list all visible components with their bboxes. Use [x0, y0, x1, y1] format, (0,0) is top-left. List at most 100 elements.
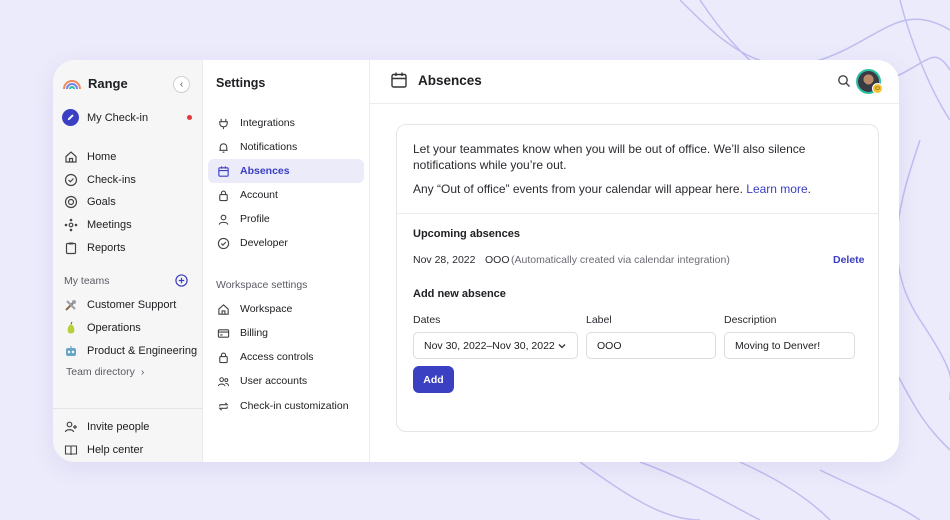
settings-item-label: User accounts — [240, 375, 308, 387]
team-product-engineering[interactable]: Product & Engineering — [64, 342, 197, 360]
description-label: Description — [724, 314, 777, 326]
delete-absence-button[interactable]: Delete — [833, 254, 865, 266]
description-input[interactable]: Moving to Denver! — [724, 332, 855, 359]
settings-title: Settings — [216, 76, 266, 90]
sidebar-item-goals[interactable]: Goals — [64, 193, 116, 211]
settings-item-label: Profile — [240, 213, 270, 225]
absences-card: Let your teammates know when you will be… — [396, 124, 879, 432]
settings-item-access-controls[interactable]: Access controls — [208, 345, 364, 369]
add-absence-button[interactable]: Add — [413, 366, 454, 393]
meetings-icon — [64, 218, 78, 232]
notification-dot — [187, 115, 192, 120]
book-icon — [64, 445, 78, 456]
add-team-icon[interactable] — [175, 274, 188, 287]
calendar-note: Any “Out of office” events from your cal… — [413, 182, 811, 196]
help-center-item[interactable]: Help center — [64, 441, 143, 459]
sidebar-item-label: Goals — [87, 196, 116, 208]
chevron-left-icon: ‹ — [179, 79, 184, 90]
settings-panel: Settings Integrations Notifications Abse… — [203, 60, 370, 462]
search-icon[interactable] — [837, 74, 851, 88]
settings-item-label: Workspace — [240, 303, 293, 315]
users-icon — [217, 376, 230, 386]
sidebar-item-checkins[interactable]: Check-ins — [64, 171, 136, 189]
help-center-label: Help center — [87, 444, 144, 456]
check-circle-icon — [217, 237, 230, 249]
main-content: Absences ☺ Let your teammates know when … — [370, 60, 899, 462]
invite-people-item[interactable]: Invite people — [64, 418, 149, 436]
brand-name: Range — [88, 76, 128, 91]
sidebar-item-home[interactable]: Home — [64, 148, 116, 166]
sidebar-item-meetings[interactable]: Meetings — [64, 216, 132, 234]
calendar-icon — [218, 165, 229, 177]
absence-note: (Automatically created via calendar inte… — [511, 254, 730, 266]
settings-item-integrations[interactable]: Integrations — [208, 111, 364, 135]
dates-value: Nov 30, 2022–Nov 30, 2022 — [424, 339, 555, 352]
lock-icon — [219, 189, 228, 201]
team-label: Operations — [87, 322, 141, 334]
settings-item-label: Integrations — [240, 117, 295, 129]
lock-icon — [219, 351, 228, 363]
team-label: Customer Support — [87, 299, 177, 311]
settings-item-label: Absences — [240, 165, 290, 177]
settings-item-label: Account — [240, 189, 278, 201]
top-bar: Absences ☺ — [370, 60, 899, 104]
settings-item-absences[interactable]: Absences — [208, 159, 364, 183]
sidebar: Range ‹ My Check-in Home Check-ins Goals… — [53, 60, 203, 462]
collapse-sidebar-button[interactable]: ‹ — [173, 76, 190, 93]
team-operations[interactable]: Operations — [64, 319, 141, 337]
description-input-value: Moving to Denver! — [735, 339, 821, 352]
bell-icon — [219, 142, 228, 153]
intro-text: Let your teammates know when you will be… — [413, 142, 806, 172]
settings-item-label: Developer — [240, 237, 288, 249]
settings-item-user-accounts[interactable]: User accounts — [208, 369, 364, 393]
sidebar-item-label: Home — [87, 151, 117, 163]
page-title: Absences — [418, 73, 482, 88]
my-checkin-item[interactable]: My Check-in — [62, 109, 192, 126]
workspace-settings-label: Workspace settings — [216, 279, 308, 291]
label-field-label: Label — [586, 314, 612, 326]
upcoming-absences-heading: Upcoming absences — [413, 228, 520, 240]
absence-date: Nov 28, 2022 — [413, 254, 476, 266]
settings-item-checkin-customization[interactable]: Check-in customization — [208, 394, 364, 418]
pear-emoji-icon — [64, 321, 78, 335]
label-input-value: OOO — [597, 339, 622, 352]
status-emoji-icon: ☺ — [872, 83, 883, 94]
target-icon — [64, 195, 78, 209]
app-window: Range ‹ My Check-in Home Check-ins Goals… — [53, 60, 899, 462]
sidebar-item-reports[interactable]: Reports — [64, 239, 126, 257]
user-icon — [218, 214, 229, 225]
chevron-right-icon: › — [140, 366, 145, 378]
label-input[interactable]: OOO — [586, 332, 716, 359]
add-absence-heading: Add new absence — [413, 288, 506, 300]
settings-item-label: Notifications — [240, 141, 298, 153]
robot-emoji-icon — [64, 344, 78, 358]
absence-label: OOO — [485, 254, 510, 266]
settings-item-profile[interactable]: Profile — [208, 207, 364, 231]
card-divider — [397, 213, 878, 214]
tools-emoji-icon — [64, 298, 78, 312]
settings-item-label: Check-in customization — [240, 400, 349, 412]
dates-select[interactable]: Nov 30, 2022–Nov 30, 2022 — [413, 332, 578, 359]
my-checkin-label: My Check-in — [87, 111, 149, 124]
settings-item-developer[interactable]: Developer — [208, 231, 364, 255]
learn-more-link[interactable]: Learn more — [746, 182, 807, 196]
team-customer-support[interactable]: Customer Support — [64, 296, 176, 314]
range-logo-icon — [63, 79, 81, 89]
card-icon — [217, 328, 230, 338]
settings-item-label: Access controls — [240, 351, 314, 363]
period: . — [807, 182, 811, 196]
settings-item-workspace[interactable]: Workspace — [208, 297, 364, 321]
team-directory-link[interactable]: Team directory › — [66, 366, 144, 378]
clipboard-icon — [65, 242, 77, 255]
home-icon — [218, 303, 229, 315]
chevron-down-icon — [558, 344, 566, 349]
invite-people-label: Invite people — [87, 421, 150, 433]
team-directory-label: Team directory — [66, 366, 135, 378]
sidebar-divider — [53, 408, 203, 409]
settings-item-notifications[interactable]: Notifications — [208, 135, 364, 159]
brand[interactable]: Range — [62, 76, 128, 91]
settings-item-billing[interactable]: Billing — [208, 321, 364, 345]
settings-item-account[interactable]: Account — [208, 183, 364, 207]
pencil-icon — [62, 109, 79, 126]
team-label: Product & Engineering — [87, 345, 198, 357]
